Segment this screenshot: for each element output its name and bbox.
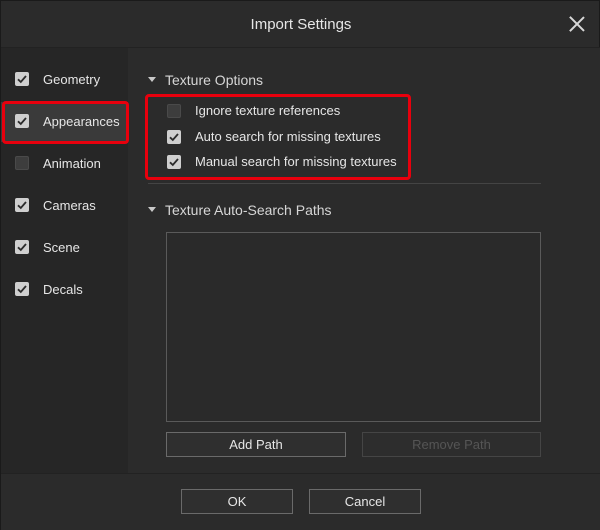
sidebar-item-label: Cameras [43,198,96,213]
option-label: Manual search for missing textures [195,154,397,169]
sidebar-item-appearances[interactable]: Appearances [1,102,128,142]
checkbox-cameras[interactable] [15,198,29,212]
sidebar-item-cameras[interactable]: Cameras [1,186,128,226]
ok-button[interactable]: OK [181,489,293,514]
checkmark-icon [17,243,27,252]
checkbox-appearances[interactable] [15,114,29,128]
option-label: Ignore texture references [195,103,341,118]
checkbox-auto-search[interactable] [167,130,181,144]
sidebar-item-label: Animation [43,156,101,171]
collapse-triangle-icon [148,206,156,212]
checkmark-icon [169,133,179,142]
checkbox-animation[interactable] [15,156,29,170]
auto-search-paths-header[interactable]: Texture Auto-Search Paths [148,202,332,218]
checkbox-ignore-texture-references[interactable] [167,104,181,118]
title-bar: Import Settings [1,1,600,48]
dialog-footer: OK Cancel [1,473,600,530]
checkmark-icon [17,117,27,126]
sidebar-item-scene[interactable]: Scene [1,228,128,268]
sidebar-item-label: Appearances [43,114,120,129]
sidebar-item-label: Geometry [43,72,101,87]
add-path-button[interactable]: Add Path [166,432,346,457]
collapse-triangle-icon [148,76,156,82]
auto-search-paths-list[interactable] [166,232,541,422]
remove-path-button[interactable]: Remove Path [362,432,541,457]
checkbox-scene[interactable] [15,240,29,254]
import-settings-dialog: Import Settings Geometry Appearances Ani… [0,0,600,530]
section-divider [148,183,541,184]
sidebar-item-label: Scene [43,240,80,255]
sidebar-item-label: Decals [43,282,83,297]
dialog-title: Import Settings [250,16,352,33]
checkmark-icon [17,201,27,210]
sidebar-item-geometry[interactable]: Geometry [1,60,128,100]
texture-options-header[interactable]: Texture Options [148,72,263,88]
sidebar-item-animation[interactable]: Animation [1,144,128,184]
checkbox-decals[interactable] [15,282,29,296]
close-icon[interactable] [567,14,587,34]
checkmark-icon [17,285,27,294]
checkmark-icon [17,75,27,84]
cancel-button[interactable]: Cancel [309,489,421,514]
option-label: Auto search for missing textures [195,129,381,144]
category-sidebar: Geometry Appearances Animation Cameras S… [1,48,128,473]
section-title: Texture Auto-Search Paths [165,202,332,218]
section-title: Texture Options [165,72,264,88]
sidebar-item-decals[interactable]: Decals [1,270,128,310]
checkmark-icon [169,158,179,167]
checkbox-manual-search[interactable] [167,155,181,169]
checkbox-geometry[interactable] [15,72,29,86]
